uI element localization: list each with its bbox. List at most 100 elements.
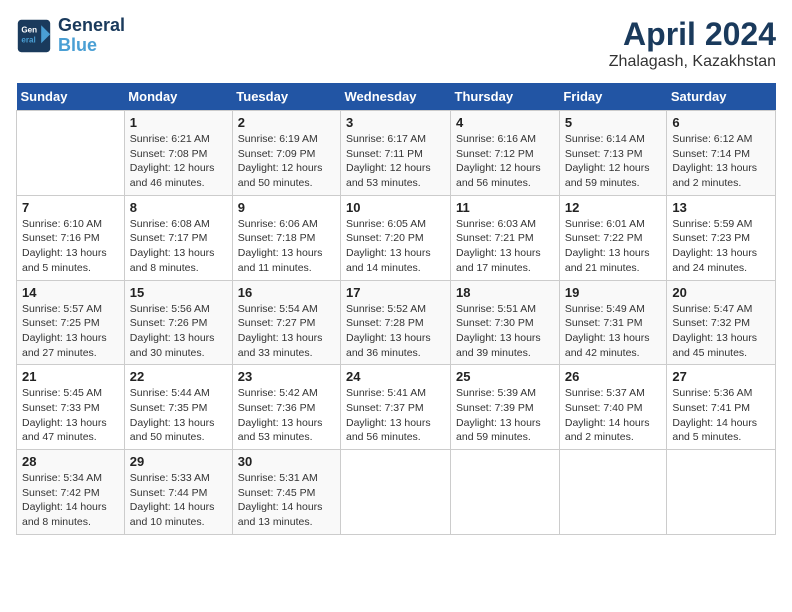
calendar-day-cell: 3Sunrise: 6:17 AM Sunset: 7:11 PM Daylig…	[341, 111, 451, 196]
calendar-day-cell: 14 Sunrise: 5:57 AM Sunset: 7:25 PM Dayli…	[17, 280, 125, 365]
day-info: Sunrise: 5:31 AM Sunset: 7:45 PM Dayligh…	[238, 471, 335, 530]
day-info: Sunrise: 6:14 AM Sunset: 7:13 PM Dayligh…	[565, 132, 662, 191]
day-info: Sunrise: 5:45 AM Sunset: 7:33 PM Dayligh…	[22, 386, 119, 445]
calendar-day-cell: 11 Sunrise: 6:03 AM Sunset: 7:21 PM Dayli…	[451, 195, 560, 280]
svg-text:eral: eral	[21, 35, 35, 44]
day-info: Sunrise: 5:54 AM Sunset: 7:27 PM Dayligh…	[238, 302, 335, 361]
day-number: 10	[346, 200, 445, 215]
calendar-day-cell: 15 Sunrise: 5:56 AM Sunset: 7:26 PM Dayli…	[124, 280, 232, 365]
day-number: 29	[130, 454, 227, 469]
day-info: Sunrise: 6:12 AM Sunset: 7:14 PM Dayligh…	[672, 132, 770, 191]
weekday-header-cell: Wednesday	[341, 83, 451, 111]
calendar-day-cell	[451, 450, 560, 535]
day-info: Sunrise: 6:03 AM Sunset: 7:21 PM Dayligh…	[456, 217, 554, 276]
day-number: 16	[238, 285, 335, 300]
weekday-header-cell: Sunday	[17, 83, 125, 111]
calendar-day-cell: 28 Sunrise: 5:34 AM Sunset: 7:42 PM Dayli…	[17, 450, 125, 535]
day-number: 12	[565, 200, 662, 215]
calendar-day-cell	[559, 450, 667, 535]
calendar-day-cell: 17 Sunrise: 5:52 AM Sunset: 7:28 PM Dayli…	[341, 280, 451, 365]
day-info: Sunrise: 6:16 AM Sunset: 7:12 PM Dayligh…	[456, 132, 554, 191]
page-header: Gen eral General Blue April 2024 Zhalaga…	[16, 16, 776, 71]
day-info: Sunrise: 6:01 AM Sunset: 7:22 PM Dayligh…	[565, 217, 662, 276]
calendar-day-cell: 16 Sunrise: 5:54 AM Sunset: 7:27 PM Dayli…	[232, 280, 340, 365]
day-number: 9	[238, 200, 335, 215]
day-info: Sunrise: 6:05 AM Sunset: 7:20 PM Dayligh…	[346, 217, 445, 276]
day-number: 13	[672, 200, 770, 215]
day-number: 15	[130, 285, 227, 300]
day-number: 19	[565, 285, 662, 300]
day-number: 14	[22, 285, 119, 300]
day-info: Sunrise: 5:36 AM Sunset: 7:41 PM Dayligh…	[672, 386, 770, 445]
calendar-week-row: 28 Sunrise: 5:34 AM Sunset: 7:42 PM Dayli…	[17, 450, 776, 535]
weekday-header-cell: Tuesday	[232, 83, 340, 111]
weekday-header-cell: Thursday	[451, 83, 560, 111]
month-title: April 2024	[609, 16, 776, 53]
day-info: Sunrise: 5:57 AM Sunset: 7:25 PM Dayligh…	[22, 302, 119, 361]
day-info: Sunrise: 5:59 AM Sunset: 7:23 PM Dayligh…	[672, 217, 770, 276]
calendar-table: SundayMondayTuesdayWednesdayThursdayFrid…	[16, 83, 776, 535]
calendar-day-cell: 10 Sunrise: 6:05 AM Sunset: 7:20 PM Dayli…	[341, 195, 451, 280]
calendar-day-cell: 12 Sunrise: 6:01 AM Sunset: 7:22 PM Dayli…	[559, 195, 667, 280]
calendar-week-row: 7 Sunrise: 6:10 AM Sunset: 7:16 PM Daylig…	[17, 195, 776, 280]
day-number: 28	[22, 454, 119, 469]
svg-text:Gen: Gen	[21, 25, 37, 34]
calendar-day-cell: 21 Sunrise: 5:45 AM Sunset: 7:33 PM Dayli…	[17, 365, 125, 450]
calendar-day-cell: 22Sunrise: 5:44 AM Sunset: 7:35 PM Dayli…	[124, 365, 232, 450]
day-info: Sunrise: 5:41 AM Sunset: 7:37 PM Dayligh…	[346, 386, 445, 445]
calendar-day-cell: 27 Sunrise: 5:36 AM Sunset: 7:41 PM Dayli…	[667, 365, 776, 450]
day-number: 30	[238, 454, 335, 469]
day-info: Sunrise: 5:37 AM Sunset: 7:40 PM Dayligh…	[565, 386, 662, 445]
calendar-day-cell: 23Sunrise: 5:42 AM Sunset: 7:36 PM Dayli…	[232, 365, 340, 450]
day-info: Sunrise: 5:51 AM Sunset: 7:30 PM Dayligh…	[456, 302, 554, 361]
day-info: Sunrise: 5:47 AM Sunset: 7:32 PM Dayligh…	[672, 302, 770, 361]
calendar-day-cell: 8 Sunrise: 6:08 AM Sunset: 7:17 PM Daylig…	[124, 195, 232, 280]
day-number: 27	[672, 369, 770, 384]
calendar-day-cell: 6Sunrise: 6:12 AM Sunset: 7:14 PM Daylig…	[667, 111, 776, 196]
calendar-day-cell: 5Sunrise: 6:14 AM Sunset: 7:13 PM Daylig…	[559, 111, 667, 196]
calendar-day-cell: 24Sunrise: 5:41 AM Sunset: 7:37 PM Dayli…	[341, 365, 451, 450]
weekday-header-cell: Monday	[124, 83, 232, 111]
calendar-day-cell: 19 Sunrise: 5:49 AM Sunset: 7:31 PM Dayli…	[559, 280, 667, 365]
day-info: Sunrise: 5:33 AM Sunset: 7:44 PM Dayligh…	[130, 471, 227, 530]
day-number: 17	[346, 285, 445, 300]
calendar-day-cell: 26Sunrise: 5:37 AM Sunset: 7:40 PM Dayli…	[559, 365, 667, 450]
day-number: 11	[456, 200, 554, 215]
logo: Gen eral General Blue	[16, 16, 125, 56]
calendar-day-cell	[667, 450, 776, 535]
calendar-day-cell: 30 Sunrise: 5:31 AM Sunset: 7:45 PM Dayli…	[232, 450, 340, 535]
calendar-day-cell: 4 Sunrise: 6:16 AM Sunset: 7:12 PM Daylig…	[451, 111, 560, 196]
day-info: Sunrise: 5:34 AM Sunset: 7:42 PM Dayligh…	[22, 471, 119, 530]
calendar-day-cell: 7 Sunrise: 6:10 AM Sunset: 7:16 PM Daylig…	[17, 195, 125, 280]
calendar-day-cell: 29 Sunrise: 5:33 AM Sunset: 7:44 PM Dayli…	[124, 450, 232, 535]
day-number: 8	[130, 200, 227, 215]
calendar-week-row: 14 Sunrise: 5:57 AM Sunset: 7:25 PM Dayli…	[17, 280, 776, 365]
day-info: Sunrise: 6:19 AM Sunset: 7:09 PM Dayligh…	[238, 132, 335, 191]
day-number: 21	[22, 369, 119, 384]
title-block: April 2024 Zhalagash, Kazakhstan	[609, 16, 776, 71]
day-number: 4	[456, 115, 554, 130]
calendar-week-row: 21 Sunrise: 5:45 AM Sunset: 7:33 PM Dayli…	[17, 365, 776, 450]
day-number: 20	[672, 285, 770, 300]
day-info: Sunrise: 6:10 AM Sunset: 7:16 PM Dayligh…	[22, 217, 119, 276]
day-number: 23	[238, 369, 335, 384]
weekday-header-cell: Saturday	[667, 83, 776, 111]
weekday-header-cell: Friday	[559, 83, 667, 111]
day-info: Sunrise: 5:49 AM Sunset: 7:31 PM Dayligh…	[565, 302, 662, 361]
day-info: Sunrise: 5:52 AM Sunset: 7:28 PM Dayligh…	[346, 302, 445, 361]
day-number: 25	[456, 369, 554, 384]
day-info: Sunrise: 5:39 AM Sunset: 7:39 PM Dayligh…	[456, 386, 554, 445]
calendar-day-cell: 2Sunrise: 6:19 AM Sunset: 7:09 PM Daylig…	[232, 111, 340, 196]
calendar-day-cell: 9Sunrise: 6:06 AM Sunset: 7:18 PM Daylig…	[232, 195, 340, 280]
calendar-day-cell	[341, 450, 451, 535]
calendar-day-cell: 18 Sunrise: 5:51 AM Sunset: 7:30 PM Dayli…	[451, 280, 560, 365]
day-info: Sunrise: 5:56 AM Sunset: 7:26 PM Dayligh…	[130, 302, 227, 361]
day-number: 18	[456, 285, 554, 300]
calendar-day-cell: 13 Sunrise: 5:59 AM Sunset: 7:23 PM Dayli…	[667, 195, 776, 280]
day-number: 7	[22, 200, 119, 215]
calendar-body: 1Sunrise: 6:21 AM Sunset: 7:08 PM Daylig…	[17, 111, 776, 535]
calendar-week-row: 1Sunrise: 6:21 AM Sunset: 7:08 PM Daylig…	[17, 111, 776, 196]
calendar-day-cell: 20 Sunrise: 5:47 AM Sunset: 7:32 PM Dayli…	[667, 280, 776, 365]
day-info: Sunrise: 6:17 AM Sunset: 7:11 PM Dayligh…	[346, 132, 445, 191]
day-info: Sunrise: 6:08 AM Sunset: 7:17 PM Dayligh…	[130, 217, 227, 276]
